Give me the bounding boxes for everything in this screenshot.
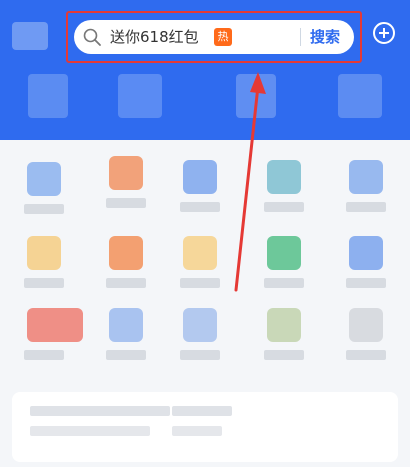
- app-item[interactable]: [346, 308, 386, 360]
- app-item[interactable]: [180, 308, 220, 360]
- app-item[interactable]: [264, 308, 304, 360]
- app-item[interactable]: [106, 156, 146, 208]
- search-button[interactable]: 搜索: [310, 26, 340, 48]
- app-item[interactable]: [180, 160, 220, 212]
- bottom-card[interactable]: [12, 392, 398, 462]
- avatar[interactable]: [12, 22, 48, 50]
- app-grid: [0, 140, 410, 467]
- header-shortcut-4[interactable]: [338, 74, 382, 118]
- plus-circle-icon[interactable]: [373, 22, 395, 44]
- app-item[interactable]: [346, 236, 386, 288]
- header-shortcut-3[interactable]: [236, 74, 276, 118]
- search-divider: [300, 28, 301, 46]
- app-item[interactable]: [264, 236, 304, 288]
- app-item[interactable]: [346, 160, 386, 212]
- app-item[interactable]: [106, 236, 146, 288]
- app-item[interactable]: [24, 308, 83, 360]
- search-bar[interactable]: 送你618红包 热 搜索: [74, 20, 354, 54]
- header-bar: 送你618红包 热 搜索: [0, 0, 410, 140]
- header-shortcut-2[interactable]: [118, 74, 162, 118]
- hot-badge: 热: [214, 28, 232, 46]
- search-icon: [83, 28, 101, 46]
- search-highlight-box: 送你618红包 热 搜索: [66, 11, 362, 63]
- app-item[interactable]: [264, 160, 304, 212]
- header-shortcut-1[interactable]: [28, 74, 68, 118]
- search-input[interactable]: 送你618红包: [110, 26, 199, 48]
- app-item[interactable]: [24, 236, 64, 288]
- app-item[interactable]: [24, 162, 64, 214]
- app-item[interactable]: [180, 236, 220, 288]
- app-item[interactable]: [106, 308, 146, 360]
